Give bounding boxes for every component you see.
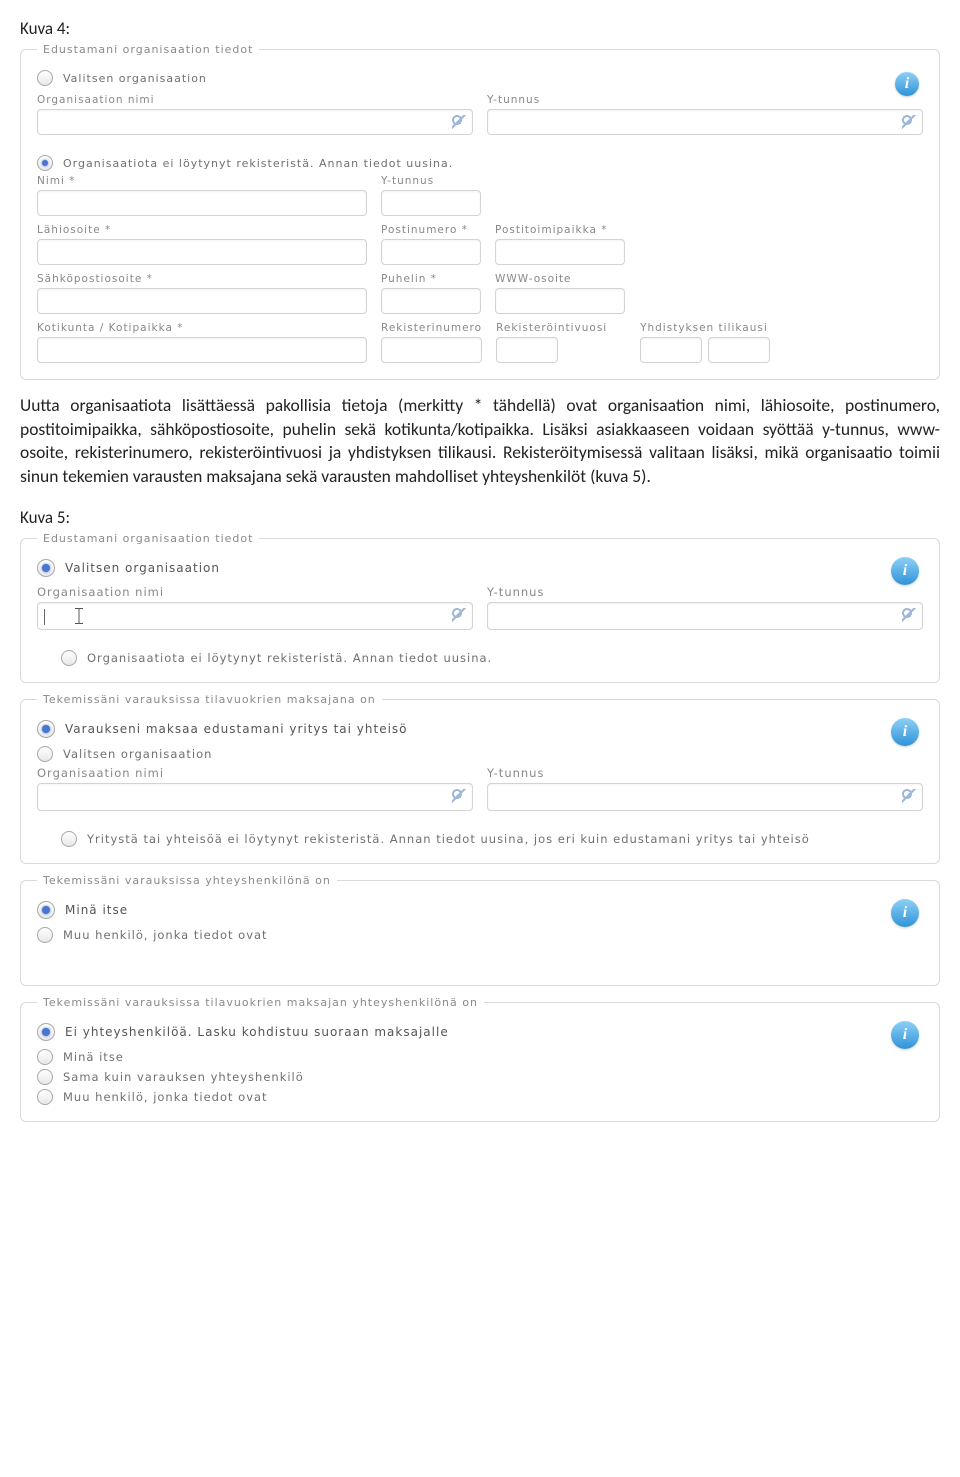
input-lahiosoite[interactable] xyxy=(37,239,367,265)
info-icon[interactable]: i xyxy=(895,72,919,96)
radio-label: Muu henkilö, jonka tiedot ovat xyxy=(63,1090,268,1104)
label-postinumero: Postinumero * xyxy=(381,224,481,236)
panel-payer: Tekemissäni varauksissa tilavuokrien mak… xyxy=(20,693,940,864)
input-ytunnus[interactable] xyxy=(487,602,923,630)
panel-legend: Tekemissäni varauksissa yhteyshenkilönä … xyxy=(37,874,337,887)
radio-my-org-pays[interactable] xyxy=(37,720,55,738)
label-rekvuosi: Rekisteröintivuosi xyxy=(496,322,626,334)
input-nimi[interactable] xyxy=(37,190,367,216)
info-icon[interactable]: i xyxy=(891,899,919,927)
input-rekisterinumero[interactable] xyxy=(381,337,482,363)
panel-legend: Edustamani organisaation tiedot xyxy=(37,532,259,545)
label-postitoimipaikka: Postitoimipaikka * xyxy=(495,224,625,236)
label-email: Sähköpostiosoite * xyxy=(37,273,367,285)
label-www: WWW-osoite xyxy=(495,273,625,285)
panel-payer-contact: Tekemissäni varauksissa tilavuokrien mak… xyxy=(20,996,940,1122)
radio-me[interactable] xyxy=(37,1049,53,1065)
radio-select-org[interactable] xyxy=(37,70,53,86)
input-rekvuosi[interactable] xyxy=(496,337,558,363)
label-ytunnus2: Y-tunnus xyxy=(381,175,481,187)
radio-select-org[interactable] xyxy=(37,746,53,762)
label-org-name: Organisaation nimi xyxy=(37,585,473,599)
radio-other-person[interactable] xyxy=(37,1089,53,1105)
label-ytunnus: Y-tunnus xyxy=(487,766,923,780)
label-puhelin: Puhelin * xyxy=(381,273,481,285)
radio-new-org[interactable] xyxy=(61,650,77,666)
label-ytunnus: Y-tunnus xyxy=(487,94,923,106)
radio-new-payer[interactable] xyxy=(61,831,77,847)
input-tilikausi-start[interactable] xyxy=(640,337,702,363)
radio-label: Minä itse xyxy=(65,903,128,917)
input-www[interactable] xyxy=(495,288,625,314)
radio-no-contact[interactable] xyxy=(37,1023,55,1041)
radio-label: Muu henkilö, jonka tiedot ovat xyxy=(63,928,268,942)
ibeam-pointer-icon xyxy=(74,608,84,624)
input-puhelin[interactable] xyxy=(381,288,481,314)
info-icon[interactable]: i xyxy=(891,557,919,585)
input-email[interactable] xyxy=(37,288,367,314)
radio-label: Valitsen organisaation xyxy=(65,561,220,575)
radio-label: Sama kuin varauksen yhteyshenkilö xyxy=(63,1070,304,1084)
input-postinumero[interactable] xyxy=(381,239,481,265)
input-org-name[interactable] xyxy=(37,602,473,630)
panel-org-details-2: Edustamani organisaation tiedot Valitsen… xyxy=(20,532,940,683)
radio-select-org[interactable] xyxy=(37,559,55,577)
panel-legend: Edustamani organisaation tiedot xyxy=(37,43,259,56)
input-ytunnus[interactable] xyxy=(487,783,923,811)
input-postitoimipaikka[interactable] xyxy=(495,239,625,265)
radio-me[interactable] xyxy=(37,901,55,919)
info-icon[interactable]: i xyxy=(891,1021,919,1049)
panel-contact: Tekemissäni varauksissa yhteyshenkilönä … xyxy=(20,874,940,986)
input-org-name[interactable] xyxy=(37,109,473,135)
figure-caption-4: Kuva 4: xyxy=(20,18,940,39)
radio-label: Organisaatiota ei löytynyt rekisteristä.… xyxy=(87,651,492,665)
figure-caption-5: Kuva 5: xyxy=(20,507,940,528)
panel-legend: Tekemissäni varauksissa tilavuokrien mak… xyxy=(37,693,382,706)
radio-label: Valitsen organisaation xyxy=(63,72,207,85)
radio-label: Varaukseni maksaa edustamani yritys tai … xyxy=(65,722,408,736)
label-nimi: Nimi * xyxy=(37,175,367,187)
input-ytunnus2[interactable] xyxy=(381,190,481,216)
label-tilikausi: Yhdistyksen tilikausi xyxy=(640,322,810,334)
radio-label: Valitsen organisaation xyxy=(63,747,212,761)
radio-same-as-booking[interactable] xyxy=(37,1069,53,1085)
input-tilikausi-end[interactable] xyxy=(708,337,770,363)
radio-new-org[interactable] xyxy=(37,155,53,171)
radio-other-person[interactable] xyxy=(37,927,53,943)
label-kotikunta: Kotikunta / Kotipaikka * xyxy=(37,322,367,334)
input-ytunnus[interactable] xyxy=(487,109,923,135)
label-rekisterinumero: Rekisterinumero xyxy=(381,322,482,334)
radio-label: Minä itse xyxy=(63,1050,124,1064)
body-paragraph: Uutta organisaatiota lisättäessä pakolli… xyxy=(20,394,940,489)
panel-legend: Tekemissäni varauksissa tilavuokrien mak… xyxy=(37,996,484,1009)
label-ytunnus: Y-tunnus xyxy=(487,585,923,599)
label-org-name: Organisaation nimi xyxy=(37,766,473,780)
label-lahiosoite: Lähiosoite * xyxy=(37,224,367,236)
radio-label: Yritystä tai yhteisöä ei löytynyt rekist… xyxy=(87,832,810,846)
input-org-name[interactable] xyxy=(37,783,473,811)
panel-org-details-1: Edustamani organisaation tiedot Valitsen… xyxy=(20,43,940,380)
text-cursor xyxy=(44,609,45,625)
info-icon[interactable]: i xyxy=(891,718,919,746)
label-org-name: Organisaation nimi xyxy=(37,94,473,106)
radio-label: Ei yhteyshenkilöä. Lasku kohdistuu suora… xyxy=(65,1025,449,1039)
radio-label: Organisaatiota ei löytynyt rekisteristä.… xyxy=(63,157,453,170)
input-kotikunta[interactable] xyxy=(37,337,367,363)
